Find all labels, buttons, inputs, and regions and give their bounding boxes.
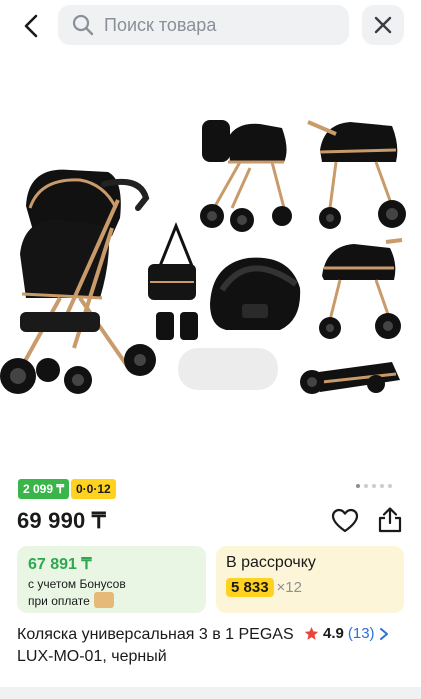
gallery-dot[interactable]: [388, 484, 392, 488]
gallery-dot[interactable]: [380, 484, 384, 488]
rating-link[interactable]: 4.9 (13): [304, 625, 389, 642]
heart-icon: [331, 508, 359, 533]
bonus-note-line2: при оплате: [28, 594, 90, 608]
folded-stroller-illustration: [300, 362, 400, 394]
share-button[interactable]: [376, 506, 404, 534]
share-icon: [378, 507, 402, 533]
gallery-pagination[interactable]: [356, 484, 392, 488]
installment-multiplier: ×12: [276, 579, 302, 596]
bonus-note-line1: с учетом Бонусов: [28, 577, 126, 591]
search-field[interactable]: [58, 5, 349, 45]
bonus-price-card[interactable]: 67 891 ₸ с учетом Бонусов при оплате: [17, 546, 206, 613]
review-count: (13): [347, 625, 375, 642]
stroller-seat-mode-illustration: [307, 120, 406, 229]
stroller-bassinet-mode-illustration: [319, 238, 403, 339]
main-stroller-illustration: [0, 169, 156, 394]
bonus-note-line2-row: при оплате: [28, 592, 195, 609]
star-icon: [304, 626, 319, 640]
gallery-dot[interactable]: [372, 484, 376, 488]
gallery-dot[interactable]: [364, 484, 368, 488]
rating-value: 4.9: [323, 625, 344, 642]
back-button[interactable]: [14, 10, 48, 42]
favorite-button[interactable]: [331, 508, 359, 534]
footmuff-illustration: [178, 348, 278, 390]
gallery-dot[interactable]: [356, 484, 360, 488]
top-bar: [0, 0, 421, 52]
car-seat-illustration: [210, 257, 301, 330]
chevron-right-icon: [379, 627, 388, 640]
close-button[interactable]: [362, 5, 404, 45]
monthly-payment-badge: 2 099 ₸: [18, 479, 69, 499]
installment-plan-badge: 0·0·12: [71, 479, 116, 499]
chevron-left-icon: [24, 14, 38, 38]
stroller-product-photo: [0, 120, 406, 394]
payment-badges: 2 099 ₸ 0·0·12: [18, 479, 116, 499]
search-input[interactable]: [104, 14, 324, 36]
product-image-gallery[interactable]: [0, 58, 421, 470]
product-price: 69 990 ₸: [17, 508, 106, 533]
installment-card[interactable]: В рассрочку 5 833 ×12: [216, 546, 404, 613]
diaper-bag-illustration: [148, 221, 198, 340]
bonus-coin-icon: [93, 592, 114, 608]
bonus-note: с учетом Бонусов при оплате: [28, 576, 195, 609]
product-title: Коляска универсальная 3 в 1 PEGAS LUX-MO…: [17, 626, 294, 665]
installment-row: 5 833 ×12: [226, 578, 394, 597]
search-icon: [72, 14, 94, 36]
stroller-with-car-seat-illustration: [200, 120, 292, 232]
bonus-price: 67 891 ₸: [28, 556, 92, 573]
bottom-divider: [0, 687, 421, 699]
installment-title: В рассрочку: [226, 554, 316, 571]
close-icon: [374, 16, 392, 34]
installment-amount: 5 833: [226, 578, 274, 597]
